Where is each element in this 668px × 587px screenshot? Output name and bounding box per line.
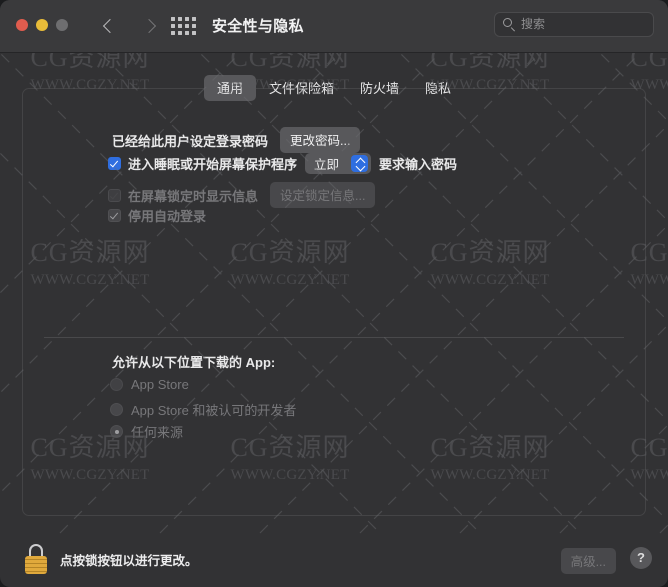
watermark-title: CG资源网 <box>30 53 150 72</box>
bottom-bar: 点按锁按钮以进行更改。 高级... ? <box>0 532 668 587</box>
lock-message-label: 在屏幕锁定时显示信息 <box>128 188 259 204</box>
back-button[interactable] <box>97 12 123 40</box>
show-all-grid-icon[interactable] <box>170 16 196 36</box>
require-password-row: 进入睡眠或开始屏幕保护程序 立即 要求输入密码 <box>108 153 457 174</box>
forward-button <box>136 12 162 40</box>
set-lock-message-button: 设定锁定信息... <box>270 182 376 208</box>
close-window-button[interactable] <box>16 19 28 31</box>
page-title: 安全性与隐私 <box>212 18 304 35</box>
watermark-title: CG资源网 <box>230 53 350 72</box>
search-icon <box>503 18 516 31</box>
tab-bar: 通用 文件保险箱 防火墙 隐私 <box>0 75 668 101</box>
help-button[interactable]: ? <box>630 547 652 569</box>
tab-privacy[interactable]: 隐私 <box>412 75 464 101</box>
section-divider <box>44 337 624 338</box>
lock-message-checkbox <box>108 188 121 202</box>
login-password-status-label: 已经给此用户设定登录密码 <box>112 133 269 149</box>
download-sources-heading-row: 允许从以下位置下载的 App: <box>112 352 275 371</box>
download-sources-heading: 允许从以下位置下载的 App: <box>112 355 276 370</box>
change-password-button[interactable]: 更改密码... <box>280 127 361 153</box>
system-preferences-window: 安全性与隐私 搜索 通用 文件保险箱 防火墙 隐私 已经给此用户设定登录密码 更… <box>0 0 668 587</box>
advanced-button: 高级... <box>560 548 616 574</box>
require-password-label-before: 进入睡眠或开始屏幕保护程序 <box>128 157 298 172</box>
search-placeholder: 搜索 <box>521 17 546 31</box>
tab-general[interactable]: 通用 <box>203 75 256 101</box>
require-password-delay-value: 立即 <box>314 158 340 172</box>
download-source-option-anywhere: 任何来源 <box>110 422 183 441</box>
radio-app-store-and-identified-developers <box>110 403 123 416</box>
require-password-label-after: 要求输入密码 <box>379 157 458 172</box>
lock-message-row: 在屏幕锁定时显示信息 设定锁定信息... <box>108 182 376 208</box>
disable-auto-login-row: 停用自动登录 <box>108 206 206 225</box>
window-titlebar: 安全性与隐私 搜索 <box>0 0 668 53</box>
traffic-light-group <box>16 19 68 31</box>
watermark-title: CG资源网 <box>430 53 550 72</box>
disable-auto-login-label: 停用自动登录 <box>128 209 207 224</box>
radio-identified-developers-label: App Store 和被认可的开发者 <box>131 403 297 418</box>
lock-hint-text: 点按锁按钮以进行更改。 <box>60 554 198 568</box>
stepper-chevrons-icon <box>351 155 369 172</box>
zoom-window-button <box>56 19 68 31</box>
radio-anywhere-label: 任何来源 <box>131 425 184 440</box>
require-password-checkbox[interactable] <box>108 157 121 170</box>
download-source-option-app-store: App Store <box>110 377 189 392</box>
require-password-delay-popup[interactable]: 立即 <box>305 153 372 174</box>
radio-anywhere <box>110 425 123 438</box>
radio-app-store-label: App Store <box>131 377 189 392</box>
download-source-option-identified-developers: App Store 和被认可的开发者 <box>110 400 296 419</box>
lock-closed-icon[interactable] <box>24 544 48 574</box>
search-field[interactable]: 搜索 <box>494 12 654 37</box>
watermark-title: CG资源网 <box>630 53 668 72</box>
tab-filevault[interactable]: 文件保险箱 <box>256 75 347 101</box>
disable-auto-login-checkbox <box>108 209 121 222</box>
login-password-row: 已经给此用户设定登录密码 更改密码... <box>112 127 361 153</box>
tab-firewall[interactable]: 防火墙 <box>347 75 412 101</box>
minimize-window-button[interactable] <box>36 19 48 31</box>
chevron-right-icon <box>141 18 157 34</box>
chevron-left-icon <box>102 18 118 34</box>
radio-app-store <box>110 378 123 391</box>
